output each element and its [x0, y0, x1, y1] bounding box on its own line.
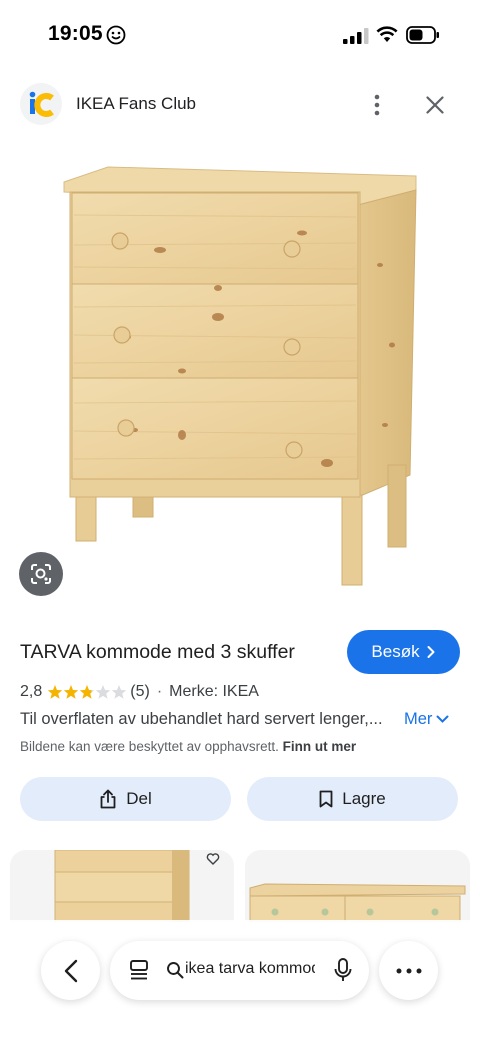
related-results	[10, 850, 470, 922]
rating-value: 2,8	[20, 683, 43, 700]
star-icon	[48, 685, 63, 699]
lens-icon	[31, 564, 51, 584]
more-button[interactable]: Mer	[404, 710, 449, 729]
star-icon	[64, 685, 79, 699]
visit-button[interactable]: Besøk	[347, 630, 460, 674]
bookmark-icon	[319, 790, 333, 808]
status-bar: 19:05	[0, 0, 480, 70]
tabs-icon[interactable]	[128, 959, 150, 981]
dresser-thumbnail-image	[54, 850, 190, 922]
share-icon	[100, 789, 116, 809]
chevron-left-icon	[64, 959, 77, 982]
more-horiz-icon	[396, 968, 421, 973]
chevron-down-icon	[436, 715, 449, 723]
learn-more-link[interactable]: Finn ut mer	[283, 739, 357, 754]
product-description: Til overflaten av ubehandlet hard server…	[20, 710, 383, 728]
search-icon	[167, 962, 184, 979]
rating-row: 2,8 (5) · Merke: IKEA	[20, 681, 259, 703]
share-label: Del	[126, 789, 152, 808]
microphone-icon[interactable]	[332, 957, 354, 983]
back-button[interactable]	[41, 941, 100, 1000]
battery-icon	[406, 26, 439, 44]
review-count: (5)	[130, 683, 150, 700]
more-menu-button[interactable]	[379, 941, 438, 1000]
star-icon	[80, 685, 95, 699]
star-icon	[96, 685, 111, 699]
rating-stars	[47, 684, 127, 700]
product-title: TARVA kommode med 3 skuffer	[20, 641, 295, 663]
related-thumbnail[interactable]	[10, 850, 234, 922]
heart-icon[interactable]	[206, 852, 220, 866]
wifi-icon	[376, 26, 398, 42]
separator-dot: ·	[156, 683, 163, 700]
product-image[interactable]	[40, 145, 440, 595]
visual-search-button[interactable]	[19, 552, 63, 596]
visit-label: Besøk	[371, 642, 420, 661]
more-label: Mer	[404, 710, 433, 728]
related-thumbnail[interactable]	[245, 850, 470, 922]
source-header: IKEA Fans Club	[0, 80, 480, 130]
source-logo[interactable]	[20, 83, 62, 125]
star-icon	[112, 685, 127, 699]
wide-dresser-thumbnail-image	[249, 883, 466, 922]
save-button[interactable]: Lagre	[247, 777, 458, 821]
more-options-button[interactable]	[362, 90, 392, 120]
status-time: 19:05	[48, 22, 103, 45]
search-bar[interactable]: ikea tarva kommode	[110, 941, 369, 1000]
copyright-text: Bildene kan være beskyttet av opphavsret…	[20, 739, 279, 754]
cell-signal-icon	[343, 28, 369, 44]
close-button[interactable]	[420, 90, 450, 120]
close-icon	[426, 96, 444, 114]
brand-label: Merke: IKEA	[169, 683, 259, 700]
search-query[interactable]: ikea tarva kommode	[185, 960, 315, 978]
ic-logo-icon	[29, 91, 54, 117]
copyright-notice: Bildene kan være beskyttet av opphavsret…	[20, 739, 356, 754]
more-vert-icon	[374, 94, 380, 116]
chevron-right-icon	[427, 646, 435, 658]
save-label: Lagre	[342, 789, 386, 808]
share-button[interactable]: Del	[20, 777, 231, 821]
source-name[interactable]: IKEA Fans Club	[76, 94, 196, 114]
smiley-icon	[106, 25, 126, 45]
